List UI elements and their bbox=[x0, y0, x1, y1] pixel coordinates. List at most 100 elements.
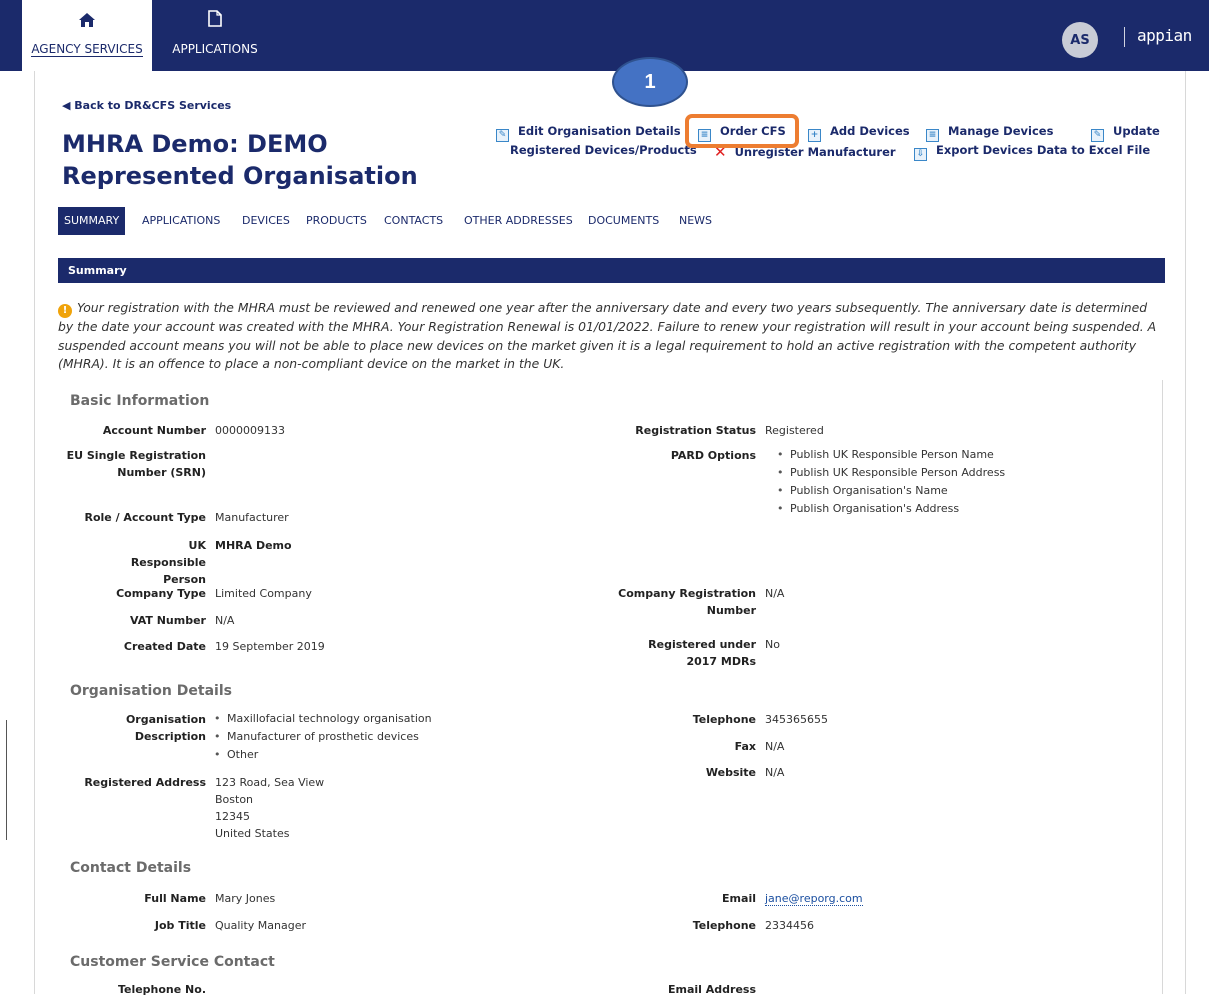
tab-devices[interactable]: DEVICES bbox=[242, 207, 290, 235]
registration-status-value: Registered bbox=[765, 424, 824, 437]
edit-icon: ✎ bbox=[496, 129, 509, 142]
page-title: MHRA Demo: DEMO Represented Organisation bbox=[62, 130, 418, 190]
website-label: Website bbox=[705, 766, 756, 779]
update-registered-devices-button[interactable]: ✎ Update bbox=[1091, 124, 1160, 142]
role-label: Role / Account Type bbox=[84, 511, 207, 524]
export-label: Export Devices Data to Excel File bbox=[936, 143, 1151, 157]
job-title-label: Job Title bbox=[154, 919, 206, 932]
company-type-value: Limited Company bbox=[215, 587, 312, 600]
contact-telephone-value: 2334456 bbox=[765, 919, 814, 932]
telephone-no-label: Telephone No. bbox=[117, 983, 206, 996]
registration-status-label: Registration Status bbox=[635, 424, 756, 437]
add-icon: + bbox=[808, 129, 821, 142]
website-value: N/A bbox=[765, 766, 785, 779]
tab-products[interactable]: PRODUCTS bbox=[306, 207, 367, 235]
tab-summary[interactable]: SUMMARY bbox=[58, 207, 126, 235]
list-item: Publish Organisation's Address bbox=[775, 500, 1005, 518]
divider bbox=[1124, 27, 1125, 47]
address-line: Boston bbox=[215, 793, 254, 806]
export-icon: ⇩ bbox=[914, 148, 927, 161]
edit-organisation-details-button[interactable]: ✎ Edit Organisation Details bbox=[496, 124, 681, 142]
vat-number-label: VAT Number bbox=[129, 614, 206, 627]
account-number-label: Account Number bbox=[102, 424, 206, 437]
mdr-value: No bbox=[765, 638, 780, 651]
add-devices-label: Add Devices bbox=[830, 124, 910, 138]
section-heading-contact-details: Contact Details bbox=[70, 860, 192, 876]
organisation-description-label: Organisation Description bbox=[125, 713, 206, 743]
list-item: Other bbox=[212, 746, 432, 764]
manage-devices-button[interactable]: ≡ Manage Devices bbox=[926, 124, 1053, 142]
export-devices-button[interactable]: ⇩ Export Devices Data to Excel File bbox=[914, 143, 1150, 161]
list-item: Publish UK Responsible Person Name bbox=[775, 446, 1005, 464]
pencil-icon: ✎ bbox=[1091, 129, 1104, 142]
created-date-label: Created Date bbox=[123, 640, 206, 653]
nav-agency-label: AGENCY SERVICES bbox=[31, 42, 143, 57]
pard-options-label: PARD Options bbox=[670, 449, 756, 462]
pard-options-list: Publish UK Responsible Person Name Publi… bbox=[775, 446, 1005, 518]
divider bbox=[1162, 380, 1163, 994]
nav-applications-label: APPLICATIONS bbox=[172, 42, 258, 56]
tab-news[interactable]: NEWS bbox=[679, 207, 712, 235]
tab-documents[interactable]: DOCUMENTS bbox=[588, 207, 659, 235]
created-date-value: 19 September 2019 bbox=[215, 640, 325, 653]
uk-responsible-person-value: MHRA Demo bbox=[215, 539, 292, 552]
edit-organisation-label: Edit Organisation Details bbox=[518, 124, 681, 138]
section-header-summary: Summary bbox=[58, 258, 1165, 283]
telephone-value: 345365655 bbox=[765, 713, 828, 726]
back-link[interactable]: ◀ Back to DR&CFS Services bbox=[62, 99, 231, 112]
avatar[interactable]: AS bbox=[1062, 22, 1098, 58]
organisation-description-list: Maxillofacial technology organisation Ma… bbox=[212, 710, 432, 764]
section-heading-organisation-details: Organisation Details bbox=[70, 683, 232, 699]
full-name-label: Full Name bbox=[144, 892, 206, 905]
fax-value: N/A bbox=[765, 740, 785, 753]
nav-tab-agency-services[interactable]: AGENCY SERVICES bbox=[22, 0, 152, 71]
vat-number-value: N/A bbox=[215, 614, 235, 627]
manage-devices-label: Manage Devices bbox=[948, 124, 1054, 138]
uk-responsible-person-label: UK Responsible Person bbox=[130, 539, 206, 586]
document-icon bbox=[208, 10, 222, 27]
registered-devices-products-link[interactable]: Registered Devices/Products bbox=[510, 143, 697, 157]
divider bbox=[6, 720, 7, 840]
full-name-value: Mary Jones bbox=[215, 892, 276, 905]
srn-label: EU Single Registration Number (SRN) bbox=[66, 449, 206, 479]
step-number-callout: 1 bbox=[612, 57, 688, 107]
section-heading-customer-service: Customer Service Contact bbox=[70, 954, 275, 970]
company-registration-value: N/A bbox=[765, 587, 785, 600]
section-heading-basic-information: Basic Information bbox=[70, 393, 210, 409]
warning-icon: ! bbox=[58, 304, 72, 318]
list-item: Publish Organisation's Name bbox=[775, 482, 1005, 500]
highlight-box bbox=[685, 114, 799, 148]
address-line: 12345 bbox=[215, 810, 250, 823]
telephone-label: Telephone bbox=[692, 713, 756, 726]
renewal-notice: ! Your registration with the MHRA must be… bbox=[58, 299, 1165, 374]
nav-tab-applications[interactable]: APPLICATIONS bbox=[160, 0, 270, 71]
tab-applications[interactable]: APPLICATIONS bbox=[142, 207, 220, 235]
email-link[interactable]: jane@reporg.com bbox=[765, 892, 863, 906]
email-address-label: Email Address bbox=[667, 983, 756, 996]
mdr-label: Registered under 2017 MDRs bbox=[648, 638, 756, 668]
tab-contacts[interactable]: CONTACTS bbox=[384, 207, 443, 235]
company-type-label: Company Type bbox=[116, 587, 206, 600]
add-devices-button[interactable]: + Add Devices bbox=[808, 124, 910, 142]
email-link-wrap: jane@reporg.com bbox=[765, 890, 863, 907]
address-line: 123 Road, Sea View bbox=[215, 776, 325, 789]
fax-label: Fax bbox=[734, 740, 756, 753]
list-icon: ≡ bbox=[926, 129, 939, 142]
contact-telephone-label: Telephone bbox=[692, 919, 756, 932]
top-navigation-bar: AGENCY SERVICES APPLICATIONS AS appian bbox=[0, 0, 1209, 71]
role-value: Manufacturer bbox=[215, 511, 289, 524]
list-item: Maxillofacial technology organisation bbox=[212, 710, 432, 728]
list-item: Publish UK Responsible Person Address bbox=[775, 464, 1005, 482]
renewal-notice-text: Your registration with the MHRA must be … bbox=[58, 300, 1157, 371]
list-item: Manufacturer of prosthetic devices bbox=[212, 728, 432, 746]
update-label: Update bbox=[1113, 124, 1160, 138]
job-title-value: Quality Manager bbox=[215, 919, 307, 932]
tab-other-addresses[interactable]: OTHER ADDRESSES bbox=[464, 207, 573, 235]
address-line: United States bbox=[215, 827, 290, 840]
registered-address-label: Registered Address bbox=[84, 776, 206, 789]
email-label: Email bbox=[722, 892, 756, 905]
company-registration-label: Company Registration Number bbox=[618, 587, 756, 617]
home-icon bbox=[79, 13, 95, 27]
appian-logo: appian bbox=[1137, 26, 1192, 45]
account-number-value: 0000009133 bbox=[215, 424, 285, 437]
